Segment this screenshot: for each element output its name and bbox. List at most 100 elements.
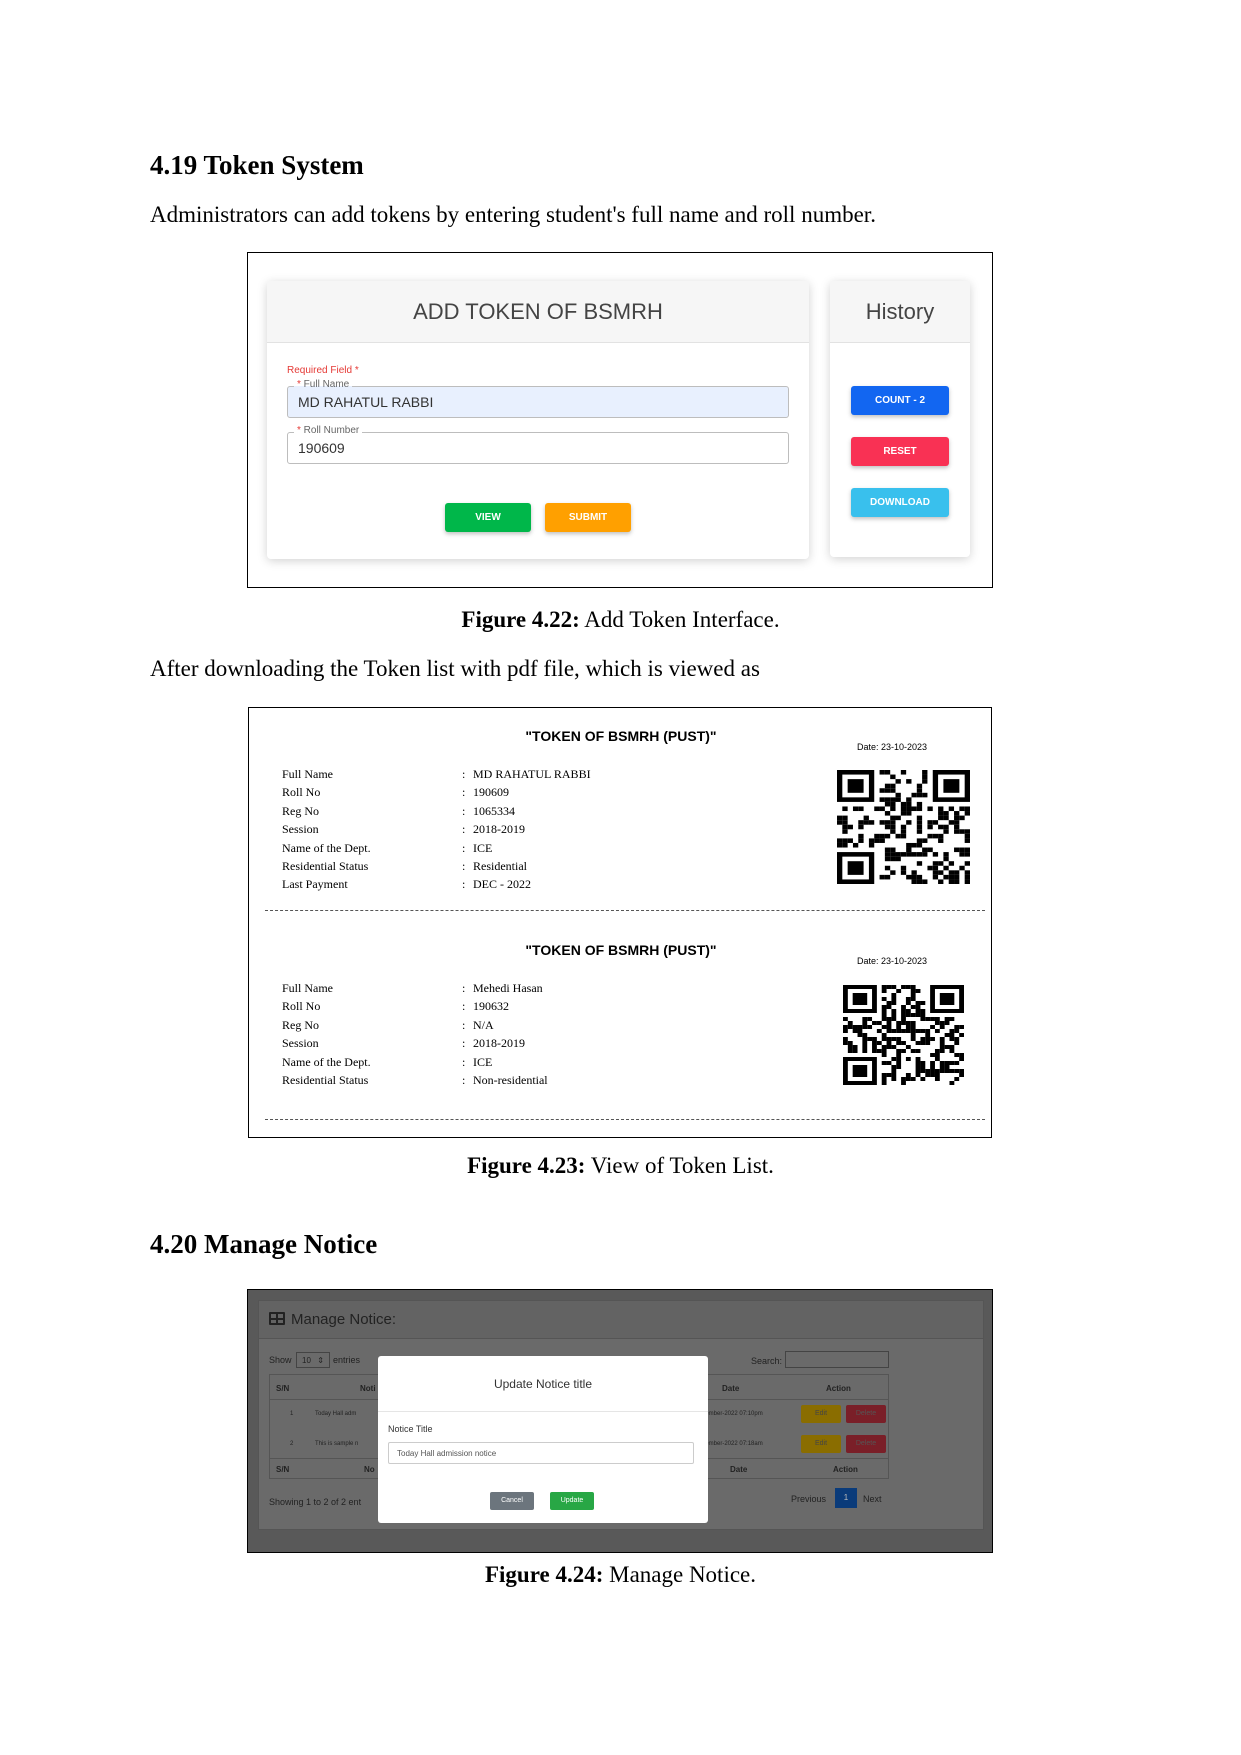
add-token-card: ADD TOKEN OF BSMRH Required Field * * Fu… (267, 281, 809, 559)
field-value: Residential (473, 859, 527, 873)
history-card: History COUNT - 2 RESET DOWNLOAD (830, 281, 970, 557)
roll-number-label: * Roll Number (294, 425, 363, 437)
submit-button[interactable]: SUBMIT (545, 503, 631, 532)
field-label: Full Name (282, 981, 333, 995)
field-separator: : (462, 999, 466, 1014)
col-date: Date (722, 1384, 740, 1393)
token-field-row: Full Name: MD RAHATUL RABBI (282, 767, 682, 783)
field-value: 2018-2019 (473, 1036, 525, 1051)
caption-figure-4-23: Figure 4.23: View of Token List. (467, 1153, 774, 1178)
reset-button[interactable]: RESET (851, 437, 949, 466)
figure-token-list: "TOKEN OF BSMRH (PUST)" Date: 23-10-2023… (248, 707, 992, 1138)
required-field-note: Required Field * (287, 365, 359, 376)
token-field-row: Name of the Dept.: ICE (282, 841, 682, 857)
field-value: 1065334 (473, 803, 515, 818)
cut-line-divider (265, 1119, 985, 1120)
token-field-row: Reg No: N/A (282, 1018, 682, 1034)
modal-title: Update Notice title (378, 1356, 708, 1412)
footer-sn: S/N (276, 1465, 290, 1474)
cancel-button[interactable]: Cancel (490, 1492, 534, 1510)
field-separator: : (462, 859, 466, 873)
update-button[interactable]: Update (550, 1492, 594, 1510)
field-label: Name of the Dept. (282, 1054, 371, 1069)
field-label: Roll No (282, 785, 321, 800)
notice-title-input[interactable]: Today Hall admission notice (388, 1442, 694, 1464)
cut-line-divider (265, 910, 985, 911)
token-field-row: Session:2018-2019 (282, 1036, 682, 1052)
panel-header: Manage Notice: (259, 1301, 983, 1339)
field-separator: : (462, 877, 466, 892)
section-heading-token-system: 4.19 Token System (150, 150, 364, 180)
token-field-row: Residential Status: Residential (282, 859, 682, 875)
entries-select[interactable]: 10 ⇕ (296, 1352, 330, 1368)
pagination-next[interactable]: Next (863, 1494, 882, 1504)
roll-number-field[interactable]: * Roll Number 190609 (287, 425, 789, 464)
token-field-row: Roll No:190609 (282, 785, 682, 801)
caption-figure-4-24: Figure 4.24: Manage Notice. (484, 1562, 757, 1587)
search-input[interactable] (785, 1351, 889, 1368)
entries-label: entries (333, 1355, 361, 1365)
section-intro: Administrators can add tokens by enterin… (150, 202, 876, 227)
field-value: ICE (473, 1054, 493, 1069)
notice-title-label: Notice Title (388, 1424, 433, 1434)
token-field-row: Residential Status: Non-residential (282, 1073, 682, 1089)
count-button[interactable]: COUNT - 2 (851, 386, 949, 415)
edit-button[interactable]: Edit (801, 1405, 841, 1423)
pagination-page[interactable]: 1 (835, 1488, 857, 1508)
field-value: 2018-2019 (473, 822, 525, 837)
row-notice: This is sample n (315, 1441, 359, 1447)
pagination-previous[interactable]: Previous (791, 1494, 826, 1504)
field-label: Residential Status (282, 1073, 369, 1087)
field-separator: : (462, 822, 466, 837)
footer-date: Date (730, 1465, 748, 1474)
qr-code-icon (843, 985, 964, 1085)
field-separator: : (462, 981, 466, 995)
field-label: Session (282, 1036, 319, 1051)
history-title: History (830, 281, 970, 343)
field-value: ICE (473, 840, 493, 855)
col-action: Action (826, 1384, 851, 1393)
token-field-row: Name of the Dept.: ICE (282, 1055, 682, 1071)
token-date: Date: 23-10-2023 (857, 956, 928, 966)
field-label: Reg No (282, 803, 319, 818)
footer-notice: No (364, 1465, 375, 1474)
download-button[interactable]: DOWNLOAD (851, 488, 949, 517)
token-field-row: Full Name: Mehedi Hasan (282, 981, 682, 997)
token-field-row: Roll No:190632 (282, 999, 682, 1015)
field-separator: : (462, 1073, 466, 1087)
field-label: Name of the Dept. (282, 840, 371, 855)
edit-button[interactable]: Edit (801, 1435, 841, 1453)
figure-manage-notice: Manage Notice: Show 10 ⇕ entries Search:… (247, 1289, 993, 1553)
row-sn: 2 (290, 1441, 294, 1447)
figure-add-token-interface: ADD TOKEN OF BSMRH Required Field * * Fu… (247, 252, 993, 588)
row-sn: 1 (290, 1411, 294, 1417)
token-field-row: Reg No:1065334 (282, 804, 682, 820)
showing-text: Showing 1 to 2 of 2 ent (269, 1497, 362, 1507)
field-separator: : (462, 767, 466, 781)
view-button[interactable]: VIEW (445, 503, 531, 532)
field-separator: : (462, 1036, 466, 1051)
full-name-field[interactable]: * Full Name MD RAHATUL RABBI (287, 379, 789, 418)
transition-text: After downloading the Token list with pd… (150, 656, 760, 681)
col-notice: Noti (360, 1384, 376, 1393)
token-fields: Full Name: MD RAHATUL RABBI Roll No:190609… (282, 767, 682, 897)
delete-button[interactable]: Delete (846, 1405, 886, 1423)
field-label: Last Payment (282, 877, 348, 892)
field-value: N/A (473, 1017, 494, 1032)
full-name-value: MD RAHATUL RABBI (298, 394, 434, 410)
field-label: Residential Status (282, 859, 369, 873)
roll-number-value: 190609 (298, 440, 345, 456)
field-separator: : (462, 1054, 466, 1069)
update-notice-modal: Update Notice title Notice Title Today H… (378, 1356, 708, 1523)
caption-figure-4-22: Figure 4.22: Add Token Interface. (461, 607, 780, 632)
delete-button[interactable]: Delete (846, 1435, 886, 1453)
field-label: Session (282, 822, 319, 837)
add-token-title: ADD TOKEN OF BSMRH (267, 281, 809, 343)
panel-title: Manage Notice: (291, 1311, 397, 1328)
full-name-label: * Full Name (294, 379, 353, 391)
field-value: Non-residential (473, 1073, 548, 1087)
field-separator: : (462, 803, 466, 818)
search-label: Search: (751, 1356, 783, 1366)
token-date: Date: 23-10-2023 (857, 742, 928, 752)
table-icon (269, 1312, 285, 1325)
